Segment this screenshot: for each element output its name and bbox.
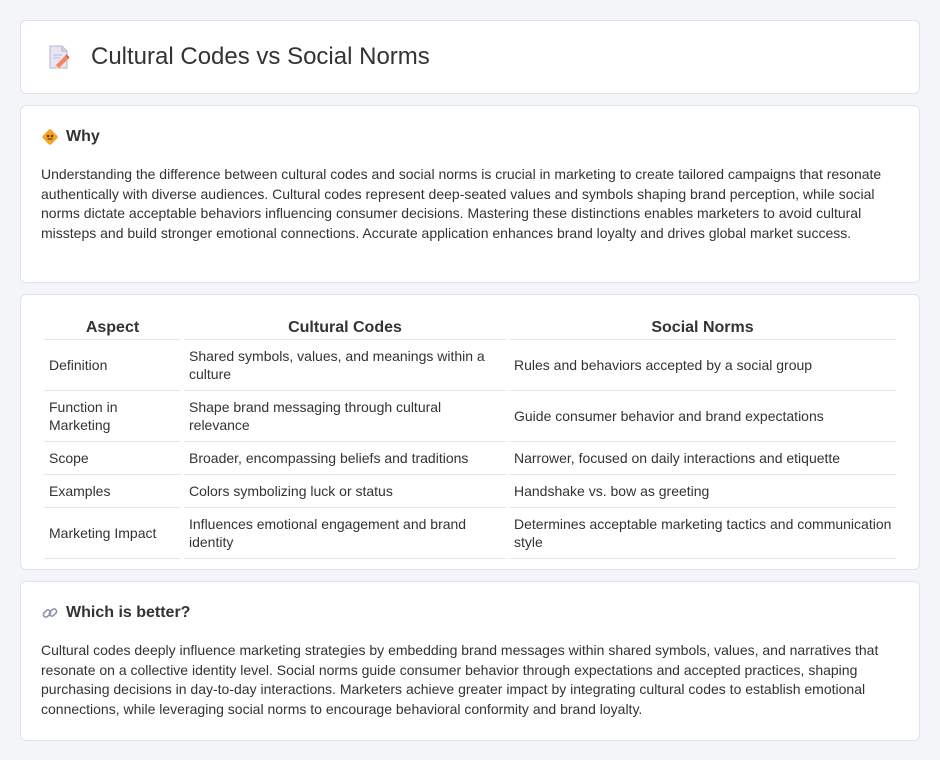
cell-social-norms: Handshake vs. bow as greeting: [509, 475, 896, 508]
table-row: Examples Colors symbolizing luck or stat…: [44, 475, 896, 508]
cell-social-norms: Determines acceptable marketing tactics …: [509, 508, 896, 559]
table-row: Definition Shared symbols, values, and m…: [44, 340, 896, 391]
why-section: Why Understanding the difference between…: [20, 105, 920, 283]
cell-social-norms: Narrower, focused on daily interactions …: [509, 442, 896, 475]
cell-cultural-codes: Broader, encompassing beliefs and tradit…: [184, 442, 506, 475]
page-title: Cultural Codes vs Social Norms: [91, 43, 430, 70]
cell-cultural-codes: Shape brand messaging through cultural r…: [184, 391, 506, 442]
header-cultural-codes: Cultural Codes: [184, 315, 506, 340]
comparison-table-card: Aspect Cultural Codes Social Norms Defin…: [20, 294, 920, 570]
document-pencil-icon: [49, 45, 70, 69]
table-row: Marketing Impact Influences emotional en…: [44, 508, 896, 559]
better-title: Which is better?: [66, 604, 191, 621]
cell-social-norms: Rules and behaviors accepted by a social…: [509, 340, 896, 391]
table-row: Scope Broader, encompassing beliefs and …: [44, 442, 896, 475]
why-header: Why: [41, 128, 899, 146]
table-row: Function in Marketing Shape brand messag…: [44, 391, 896, 442]
better-text: Cultural codes deeply influence marketin…: [41, 642, 879, 717]
cell-aspect: Examples: [44, 475, 181, 508]
page: Cultural Codes vs Social Norms Why Under…: [0, 0, 940, 741]
cell-social-norms: Guide consumer behavior and brand expect…: [509, 391, 896, 442]
header-social-norms: Social Norms: [509, 315, 896, 340]
cell-aspect: Definition: [44, 340, 181, 391]
header-aspect: Aspect: [44, 315, 181, 340]
cell-cultural-codes: Influences emotional engagement and bran…: [184, 508, 506, 559]
link-icon: [42, 608, 58, 618]
cell-aspect: Function in Marketing: [44, 391, 181, 442]
why-text: Understanding the difference between cul…: [41, 166, 882, 241]
comparison-table: Aspect Cultural Codes Social Norms Defin…: [41, 315, 899, 559]
cell-cultural-codes: Shared symbols, values, and meanings wit…: [184, 340, 506, 391]
which-is-better-section: Which is better? Cultural codes deeply i…: [20, 581, 920, 741]
why-title: Why: [66, 128, 100, 145]
cell-aspect: Marketing Impact: [44, 508, 181, 559]
diamond-sign-icon: [42, 129, 58, 145]
better-header: Which is better?: [41, 604, 899, 622]
table-header-row: Aspect Cultural Codes Social Norms: [44, 315, 896, 340]
cell-cultural-codes: Colors symbolizing luck or status: [184, 475, 506, 508]
cell-aspect: Scope: [44, 442, 181, 475]
header-card: Cultural Codes vs Social Norms: [20, 20, 920, 94]
